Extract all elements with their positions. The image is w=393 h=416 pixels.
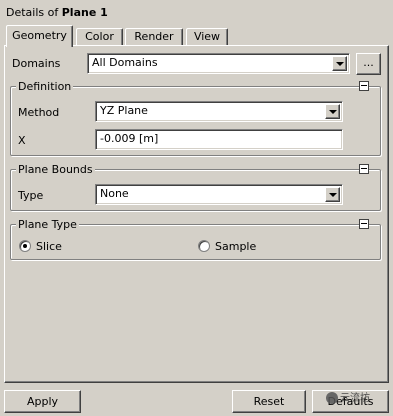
domains-label: Domains bbox=[12, 57, 61, 70]
title-object-name: Plane 1 bbox=[61, 6, 108, 19]
plane-bounds-group-title: Plane Bounds bbox=[16, 163, 95, 176]
x-coordinate-input[interactable]: -0.009 [m] bbox=[95, 129, 343, 150]
sample-radio-label[interactable]: Sample bbox=[215, 240, 256, 253]
domains-select[interactable]: All Domains bbox=[87, 53, 350, 74]
slice-radio-label[interactable]: Slice bbox=[36, 240, 62, 253]
tab-view[interactable]: View bbox=[186, 28, 228, 46]
tab-render[interactable]: Render bbox=[125, 28, 183, 46]
plane-type-group-title: Plane Type bbox=[16, 218, 79, 231]
tab-color[interactable]: Color bbox=[76, 28, 123, 46]
bounds-type-select[interactable]: None bbox=[95, 184, 343, 205]
sample-radio[interactable] bbox=[198, 240, 210, 252]
title-prefix: Details of bbox=[6, 6, 59, 19]
slice-radio[interactable] bbox=[19, 240, 31, 252]
x-label: X bbox=[18, 134, 26, 147]
collapse-plane-bounds-icon[interactable] bbox=[359, 164, 369, 174]
panel-title: Details of Plane 1 bbox=[6, 6, 108, 19]
bounds-type-select-value: None bbox=[100, 187, 129, 200]
bounds-type-label: Type bbox=[18, 189, 44, 202]
collapse-plane-type-icon[interactable] bbox=[359, 219, 369, 229]
domains-select-value: All Domains bbox=[92, 56, 158, 69]
chevron-down-icon[interactable] bbox=[325, 104, 340, 119]
collapse-definition-icon[interactable] bbox=[359, 81, 369, 91]
definition-group-title: Definition bbox=[16, 80, 74, 93]
method-select[interactable]: YZ Plane bbox=[95, 101, 343, 122]
reset-button[interactable]: Reset bbox=[232, 390, 306, 413]
method-select-value: YZ Plane bbox=[100, 104, 148, 117]
apply-button[interactable]: Apply bbox=[4, 390, 81, 413]
domains-browse-button[interactable]: ... bbox=[356, 53, 381, 75]
method-label: Method bbox=[18, 106, 60, 119]
watermark-text: 云流坊 bbox=[340, 393, 370, 404]
watermark-logo-icon bbox=[326, 392, 338, 404]
chevron-down-icon[interactable] bbox=[325, 187, 340, 202]
watermark: 云流坊 bbox=[326, 389, 370, 404]
chevron-down-icon[interactable] bbox=[332, 56, 347, 71]
tab-geometry[interactable]: Geometry bbox=[6, 25, 73, 47]
